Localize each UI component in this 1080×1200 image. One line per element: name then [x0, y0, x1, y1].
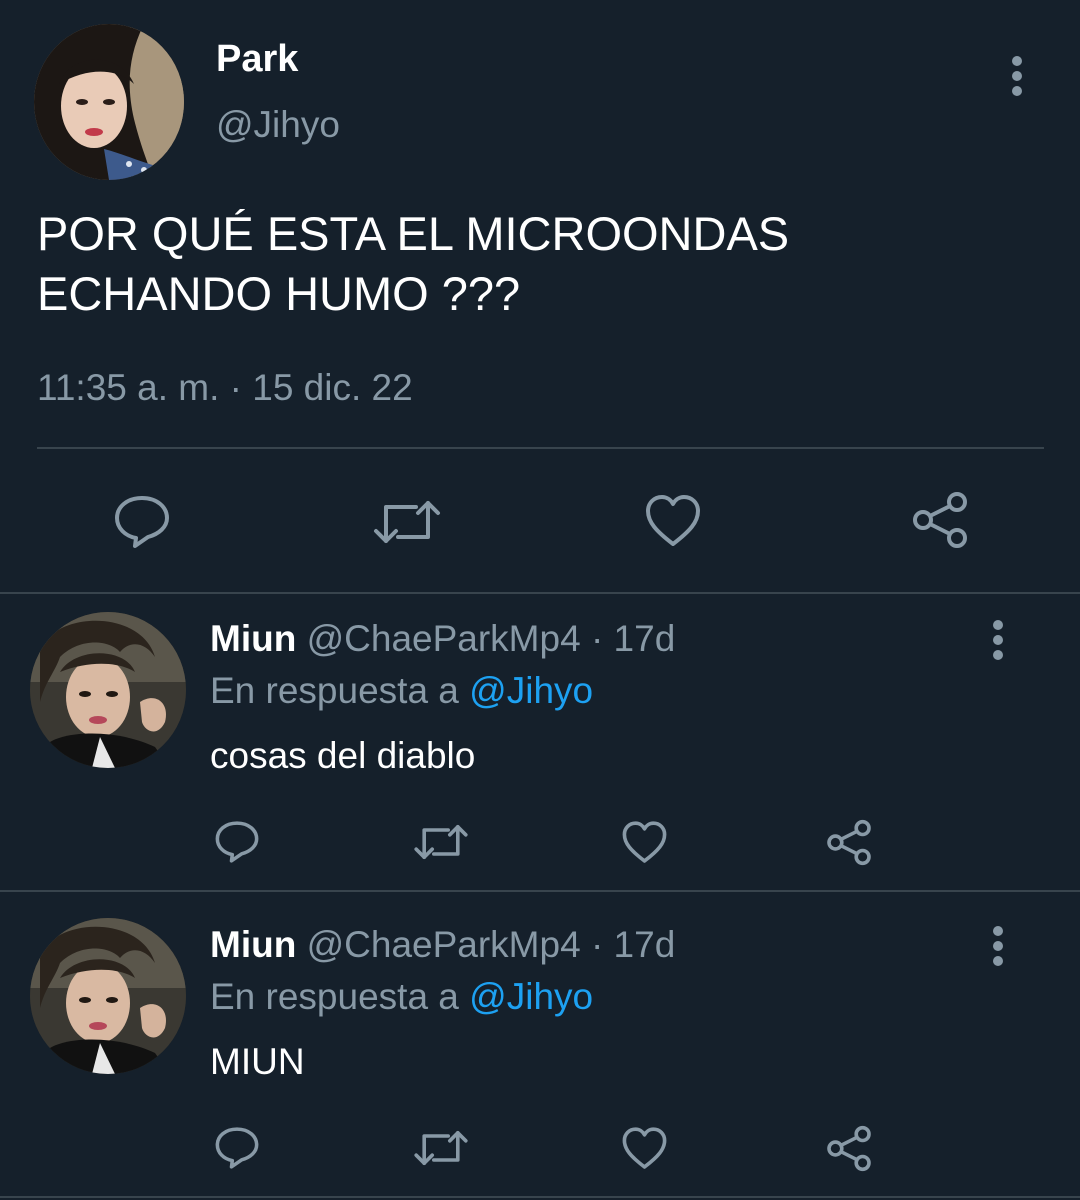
tweet-thread-page: Park @Jihyo POR QUÉ ESTA EL MICROONDAS E…	[0, 0, 1080, 1200]
reply-time: · 17d	[590, 924, 676, 965]
avatar[interactable]	[34, 24, 184, 180]
like-icon[interactable]	[644, 493, 702, 549]
tweet-timestamp[interactable]: 11:35 a. m. · 15 dic. 22	[37, 367, 413, 409]
author-handle[interactable]: @ChaeParkMp4	[307, 618, 581, 659]
tweet-text: POR QUÉ ESTA EL MICROONDAS ECHANDO HUMO …	[37, 207, 790, 320]
author-name[interactable]: Miun	[210, 618, 296, 659]
retweet-icon[interactable]	[413, 822, 469, 862]
like-icon[interactable]	[621, 820, 668, 865]
retweet-icon[interactable]	[413, 1128, 469, 1168]
reply-context-label: En respuesta a	[210, 976, 459, 1017]
more-vertical-icon[interactable]	[1002, 56, 1032, 96]
mention-link[interactable]: @Jihyo	[469, 976, 593, 1017]
author-handle[interactable]: @Jihyo	[216, 104, 340, 146]
divider	[0, 890, 1080, 892]
divider	[0, 1196, 1080, 1198]
main-tweet: Park @Jihyo POR QUÉ ESTA EL MICROONDAS E…	[0, 0, 1080, 592]
reply-header: Miun @ChaeParkMp4 · 17d	[210, 924, 675, 966]
divider	[37, 447, 1044, 449]
reply-context-label: En respuesta a	[210, 670, 459, 711]
reply-header: Miun @ChaeParkMp4 · 17d	[210, 618, 675, 660]
avatar[interactable]	[30, 612, 186, 768]
like-icon[interactable]	[621, 1126, 668, 1171]
author-name[interactable]: Park	[216, 38, 298, 81]
reply-context: En respuesta a @Jihyo	[210, 976, 593, 1018]
share-icon[interactable]	[825, 1125, 873, 1172]
author-name[interactable]: Miun	[210, 924, 296, 965]
share-icon[interactable]	[910, 491, 970, 549]
reply-icon[interactable]	[214, 1126, 260, 1170]
reply-icon[interactable]	[214, 820, 260, 864]
more-vertical-icon[interactable]	[983, 926, 1013, 966]
reply-context: En respuesta a @Jihyo	[210, 670, 593, 712]
reply-text: cosas del diablo	[210, 735, 476, 776]
reply-tweet[interactable]: Miun @ChaeParkMp4 · 17d En respuesta a @…	[0, 594, 1080, 894]
reply-text: MIUN	[210, 1041, 305, 1082]
share-icon[interactable]	[825, 819, 873, 866]
mention-link[interactable]: @Jihyo	[469, 670, 593, 711]
reply-icon[interactable]	[113, 494, 171, 550]
reply-time: · 17d	[590, 618, 676, 659]
reply-tweet[interactable]: Miun @ChaeParkMp4 · 17d En respuesta a @…	[0, 896, 1080, 1196]
author-handle[interactable]: @ChaeParkMp4	[307, 924, 581, 965]
avatar[interactable]	[30, 918, 186, 1074]
more-vertical-icon[interactable]	[983, 620, 1013, 660]
retweet-icon[interactable]	[372, 497, 442, 547]
